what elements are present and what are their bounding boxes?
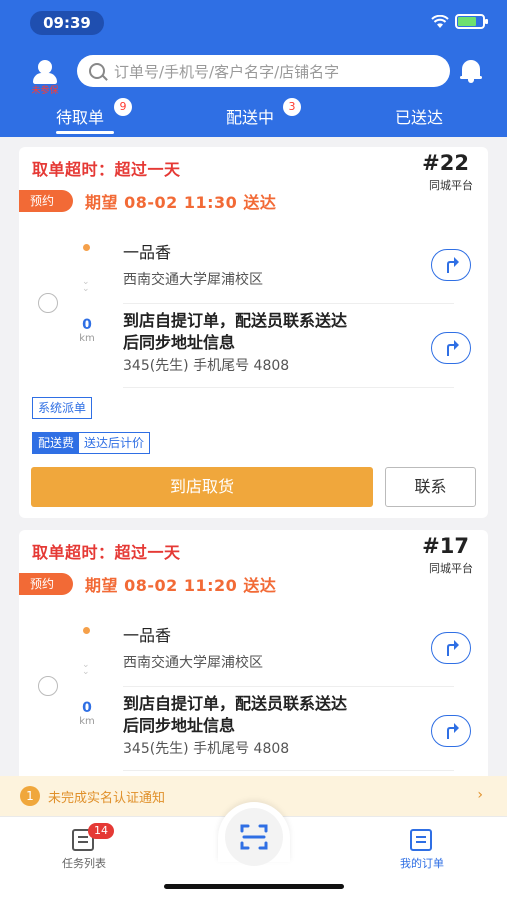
store-name: 一品香 bbox=[123, 243, 172, 262]
dispatch-tag: 系统派单 bbox=[32, 397, 93, 419]
nav-my-orders[interactable]: 我的订单 bbox=[382, 825, 462, 871]
route-chevron-icon: ⌄ ⌄ bbox=[82, 660, 90, 677]
divider bbox=[123, 686, 454, 687]
my-orders-icon bbox=[410, 829, 432, 851]
home-indicator bbox=[164, 884, 344, 889]
pickup-dot-icon bbox=[83, 244, 90, 251]
divider bbox=[123, 770, 454, 771]
store-name: 一品香 bbox=[123, 626, 172, 645]
delivery-fee-tag: 配送费 送达后计价 bbox=[32, 432, 151, 454]
contact-button[interactable]: 联系 bbox=[385, 467, 476, 507]
status-time: 09:39 bbox=[30, 11, 104, 35]
tab-badge: 9 bbox=[114, 98, 132, 116]
reservation-tag: 预约 bbox=[19, 573, 73, 595]
expected-time: 期望 08-02 11:20 送达 bbox=[85, 576, 277, 595]
timeout-text: 取单超时：超过一天 bbox=[32, 160, 181, 179]
chevron-right-icon: › bbox=[477, 787, 483, 803]
select-radio[interactable] bbox=[38, 293, 58, 313]
status-icons bbox=[431, 14, 488, 29]
platform-label: 同城平台 bbox=[429, 179, 473, 192]
tab-delivered[interactable]: 已送达 bbox=[395, 104, 443, 128]
divider bbox=[123, 303, 454, 304]
customer-address-line1: 到店自提订单，配送员联系送达 bbox=[123, 311, 348, 330]
customer-address-line2: 后同步地址信息 bbox=[123, 716, 236, 735]
store-address: 西南交通大学犀浦校区 bbox=[123, 272, 263, 288]
navigation-arrow-icon bbox=[447, 640, 459, 656]
timeout-text: 取单超时：超过一天 bbox=[32, 543, 181, 562]
pickup-button[interactable]: 到店取货 bbox=[31, 467, 373, 507]
customer-address-line2: 后同步地址信息 bbox=[123, 333, 236, 352]
task-count-badge: 14 bbox=[88, 823, 114, 839]
order-card[interactable]: 取单超时：超过一天 #17 同城平台 预约 期望 08-02 11:20 送达 … bbox=[19, 530, 488, 790]
navigate-store-button[interactable] bbox=[431, 249, 471, 281]
tab-delivering[interactable]: 配送中 3 bbox=[226, 98, 301, 128]
search-input[interactable]: 订单号/手机号/客户名字/店铺名字 bbox=[77, 55, 450, 87]
order-number: #17 bbox=[422, 534, 469, 558]
fee-value: 送达后计价 bbox=[84, 436, 145, 450]
notice-count: 1 bbox=[20, 786, 40, 806]
bell-icon[interactable] bbox=[460, 60, 482, 84]
notice-text: 未完成实名认证通知 bbox=[48, 790, 166, 806]
select-radio[interactable] bbox=[38, 676, 58, 696]
scan-icon bbox=[240, 824, 268, 850]
search-placeholder: 订单号/手机号/客户名字/店铺名字 bbox=[114, 62, 340, 81]
distance-unit: km bbox=[79, 716, 95, 727]
insurance-status-label: 未参保 bbox=[31, 86, 59, 96]
order-card[interactable]: 取单超时：超过一天 #22 同城平台 预约 期望 08-02 11:30 送达 … bbox=[19, 147, 488, 518]
scan-button[interactable] bbox=[218, 802, 290, 866]
tab-badge: 3 bbox=[283, 98, 301, 116]
order-number: #22 bbox=[422, 151, 469, 175]
tab-indicator bbox=[56, 131, 114, 134]
customer-contact: 345(先生) 手机尾号 4808 bbox=[123, 358, 290, 374]
navigation-arrow-icon bbox=[447, 257, 459, 273]
search-icon bbox=[89, 63, 105, 79]
distance-unit: km bbox=[79, 333, 95, 344]
navigate-customer-button[interactable] bbox=[431, 715, 471, 747]
battery-icon bbox=[455, 14, 488, 29]
navigation-arrow-icon bbox=[447, 340, 459, 356]
order-tabs: 待取单 9 配送中 3 已送达 bbox=[0, 96, 507, 137]
tab-pending[interactable]: 待取单 9 bbox=[56, 98, 132, 128]
platform-label: 同城平台 bbox=[429, 562, 473, 575]
distance-value: 0 bbox=[82, 700, 92, 716]
wifi-icon bbox=[431, 14, 449, 28]
header: 09:39 未参保 订单号/手机号/客户名字/店铺名字 待取单 9 配送中 3 … bbox=[0, 0, 507, 137]
pickup-dot-icon bbox=[83, 627, 90, 634]
store-address: 西南交通大学犀浦校区 bbox=[123, 655, 263, 671]
expected-time: 期望 08-02 11:30 送达 bbox=[85, 193, 277, 212]
navigate-customer-button[interactable] bbox=[431, 332, 471, 364]
nav-label: 我的订单 bbox=[400, 857, 444, 870]
customer-address-line1: 到店自提订单，配送员联系送达 bbox=[123, 694, 348, 713]
distance-value: 0 bbox=[82, 317, 92, 333]
route-chevron-icon: ⌄ ⌄ bbox=[82, 277, 90, 294]
navigate-store-button[interactable] bbox=[431, 632, 471, 664]
nav-label: 任务列表 bbox=[62, 857, 106, 870]
customer-contact: 345(先生) 手机尾号 4808 bbox=[123, 741, 290, 757]
navigation-arrow-icon bbox=[447, 723, 459, 739]
divider bbox=[123, 387, 454, 388]
reservation-tag: 预约 bbox=[19, 190, 73, 212]
nav-task-list[interactable]: 14 任务列表 bbox=[44, 823, 124, 871]
fee-label: 配送费 bbox=[33, 433, 80, 453]
